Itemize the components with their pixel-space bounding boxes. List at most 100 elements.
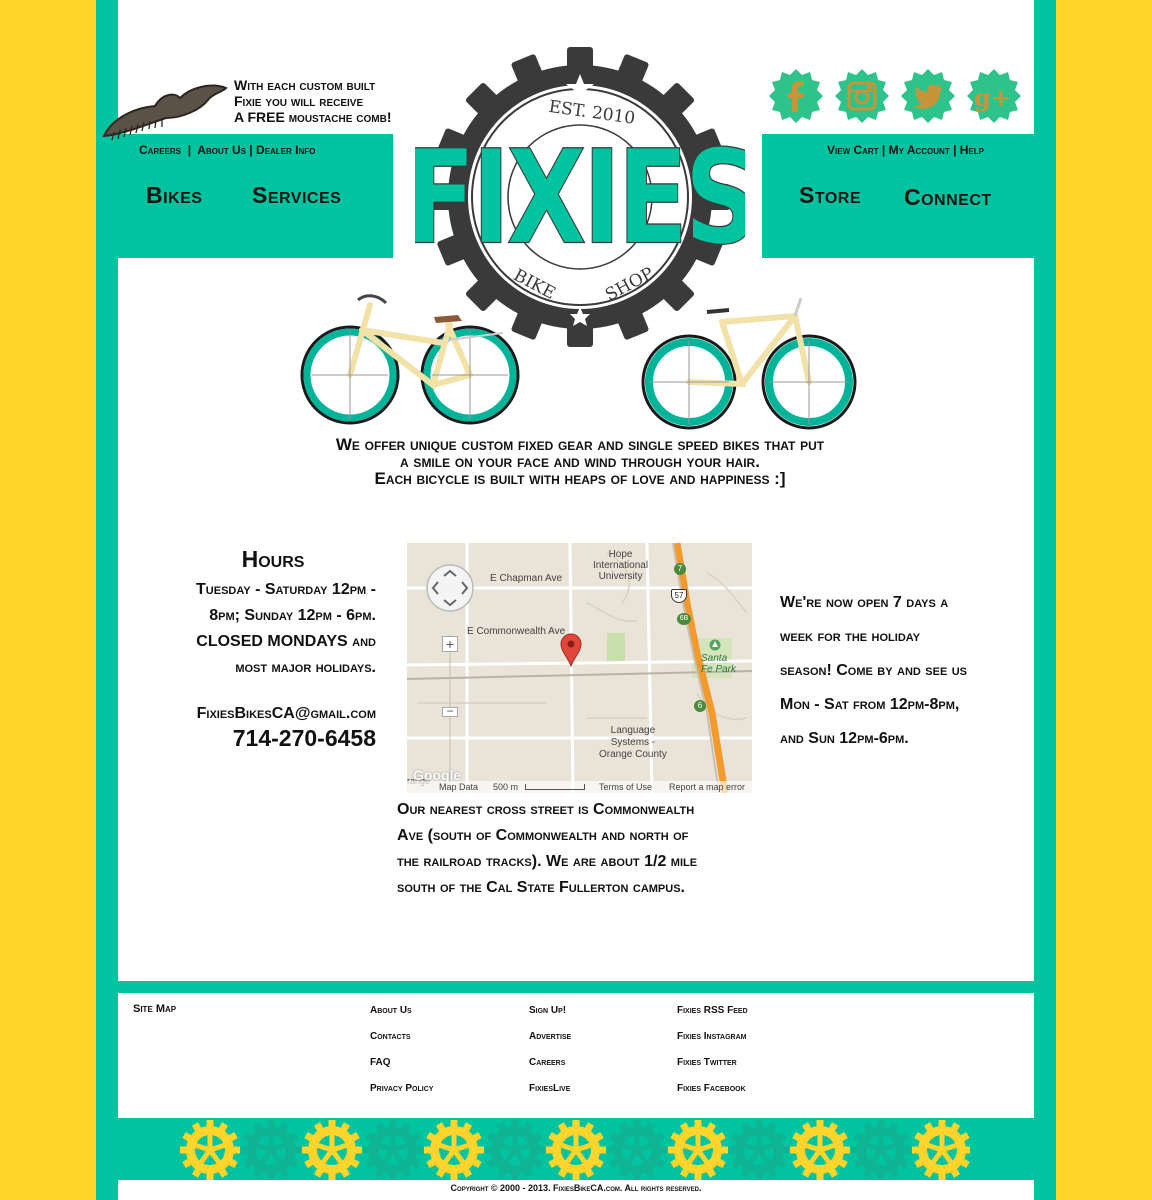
route-shield-6: 6 — [694, 700, 706, 712]
facebook-icon[interactable] — [768, 68, 824, 124]
footer-link-faq[interactable]: FAQ — [370, 1057, 391, 1068]
dealer-info-link[interactable]: Dealer Info — [256, 143, 315, 157]
map-label-line: Fe Park — [701, 664, 737, 675]
cross-street-note: Our nearest cross street is Commonwealth… — [397, 797, 767, 901]
hours-section: Hours Tuesday - Saturday 12pm - 8pm; Sun… — [150, 546, 376, 752]
map-data-link[interactable]: Map Data — [439, 781, 478, 793]
divider: | — [184, 143, 195, 157]
gear-icon — [912, 1120, 970, 1180]
view-cart-link[interactable]: View Cart — [827, 143, 879, 157]
map-label: Santa Fe Park — [701, 653, 736, 675]
gear-strip — [180, 1120, 970, 1180]
fixie-bike-image — [641, 297, 857, 430]
holiday-note: We're now open 7 days a week for the hol… — [780, 586, 1020, 756]
divider: | — [249, 143, 256, 157]
cross-street-line: the railroad tracks). We are about 1/2 m… — [397, 853, 698, 870]
cross-street-line: Our nearest cross street is Commonwealth — [397, 801, 695, 818]
holiday-line: week for the holiday — [780, 628, 921, 645]
holiday-line: We're now open 7 days a — [780, 594, 949, 611]
tagline: We offer unique custom fixed gear and si… — [290, 436, 870, 487]
gear-icon — [546, 1120, 606, 1180]
map-pin-icon[interactable] — [560, 633, 582, 667]
footer-link-fixieslive[interactable]: FixiesLive — [529, 1083, 570, 1094]
nav-bikes[interactable]: Bikes — [146, 182, 202, 209]
terms-link[interactable]: Terms of Use — [599, 781, 652, 793]
park-icon — [709, 639, 721, 651]
promo-text: With each custom built Fixie you will re… — [234, 77, 424, 125]
promo-line: A FREE moustache comb! — [234, 109, 392, 125]
divider: | — [953, 143, 960, 157]
map-scale: 500 m — [493, 782, 519, 792]
map-label-line: Orange County — [599, 749, 667, 760]
footer-panel — [118, 993, 1034, 1118]
hours-line: most major holidays. — [235, 659, 376, 676]
gear-icon — [851, 1120, 911, 1180]
gear-icon — [607, 1120, 667, 1180]
route-shield-6b: 6B — [677, 613, 691, 625]
top-links-right: View Cart | My Account | Help — [827, 143, 984, 157]
tagline-line: a smile on your face and wind through yo… — [400, 452, 760, 471]
tagline-line: Each bicycle is built with heaps of love… — [374, 469, 786, 488]
gear-icon — [485, 1120, 545, 1180]
footer-link-about-us[interactable]: About Us — [370, 1005, 412, 1016]
moustache-comb-icon — [102, 84, 228, 141]
help-link[interactable]: Help — [960, 143, 984, 157]
map-label-line: Language — [610, 725, 656, 736]
footer-link-twitter[interactable]: Fixies Twitter — [677, 1057, 737, 1068]
map-label-line: International — [593, 560, 649, 571]
nav-store[interactable]: Store — [799, 182, 861, 209]
google-plus-icon[interactable]: g+ — [966, 68, 1022, 124]
gear-icon — [668, 1120, 728, 1180]
my-account-link[interactable]: My Account — [889, 143, 950, 157]
about-us-link[interactable]: About Us — [197, 143, 246, 157]
footer-link-rss-feed[interactable]: Fixies RSS Feed — [677, 1005, 748, 1016]
footer-link-sign-up[interactable]: Sign Up! — [529, 1005, 566, 1016]
copyright-text: Copyright © 2000 - 2013. FixiesBikeCA.co… — [450, 1183, 702, 1193]
top-links-left: Careers | About Us | Dealer Info — [139, 143, 315, 157]
careers-link[interactable]: Careers — [139, 143, 181, 157]
cross-street-line: south of the Cal State Fullerton campus. — [397, 879, 685, 896]
gear-icon — [424, 1120, 484, 1180]
svg-text:g+: g+ — [974, 83, 1011, 112]
nav-services[interactable]: Services — [252, 182, 341, 209]
logo-name: FIXIES — [415, 122, 745, 273]
nav-connect[interactable]: Connect — [904, 184, 992, 211]
footer-link-advertise[interactable]: Advertise — [529, 1031, 571, 1042]
map-label: Language Systems - Orange County — [599, 725, 667, 761]
footer-link-instagram[interactable]: Fixies Instagram — [677, 1031, 746, 1042]
footer-link-privacy-policy[interactable]: Privacy Policy — [370, 1083, 433, 1094]
route-shield-7: 7 — [674, 563, 686, 575]
holiday-line: Mon - Sat from 12pm-8pm, — [780, 696, 960, 713]
email-link[interactable]: FixiesBikesCA@gmail.com — [150, 705, 376, 723]
map-label-line: Hope — [608, 549, 633, 560]
divider: | — [881, 143, 889, 157]
google-map[interactable]: E Chapman Ave E Commonwealth Ave Hope In… — [407, 543, 752, 793]
gear-icon — [180, 1120, 240, 1180]
footer-link-facebook[interactable]: Fixies Facebook — [677, 1083, 746, 1094]
promo-line: With each custom built — [234, 77, 376, 93]
map-label: E Commonwealth Ave — [467, 626, 566, 637]
twitter-icon[interactable] — [900, 68, 956, 124]
map-label-line: Systems - — [610, 737, 656, 748]
footer-link-careers[interactable]: Careers — [529, 1057, 565, 1068]
gear-icon — [790, 1120, 850, 1180]
hours-line: 8pm; Sunday 12pm - 6pm. — [209, 607, 376, 624]
hours-line: CLOSED MONDAYS and — [196, 633, 376, 650]
gear-icon — [729, 1120, 789, 1180]
zoom-in-button[interactable]: + — [442, 636, 458, 652]
gear-icon — [363, 1120, 423, 1180]
gear-icon — [302, 1120, 362, 1180]
map-label: E Chapman Ave — [490, 573, 563, 584]
phone-number: 714-270-6458 — [232, 725, 376, 751]
scale-bar — [525, 784, 585, 790]
tagline-line: We offer unique custom fixed gear and si… — [335, 435, 825, 454]
holiday-line: and Sun 12pm-6pm. — [780, 730, 909, 747]
footer-link-contacts[interactable]: Contacts — [370, 1031, 411, 1042]
pan-control-icon[interactable] — [425, 563, 475, 613]
site-map-heading[interactable]: Site Map — [133, 1003, 176, 1015]
instagram-icon[interactable] — [834, 68, 890, 124]
hours-title: Hours — [241, 546, 305, 572]
hours-line: Tuesday - Saturday 12pm - — [196, 581, 376, 598]
report-error-link[interactable]: Report a map error — [669, 781, 745, 793]
zoom-slider-handle[interactable]: − — [442, 705, 458, 717]
